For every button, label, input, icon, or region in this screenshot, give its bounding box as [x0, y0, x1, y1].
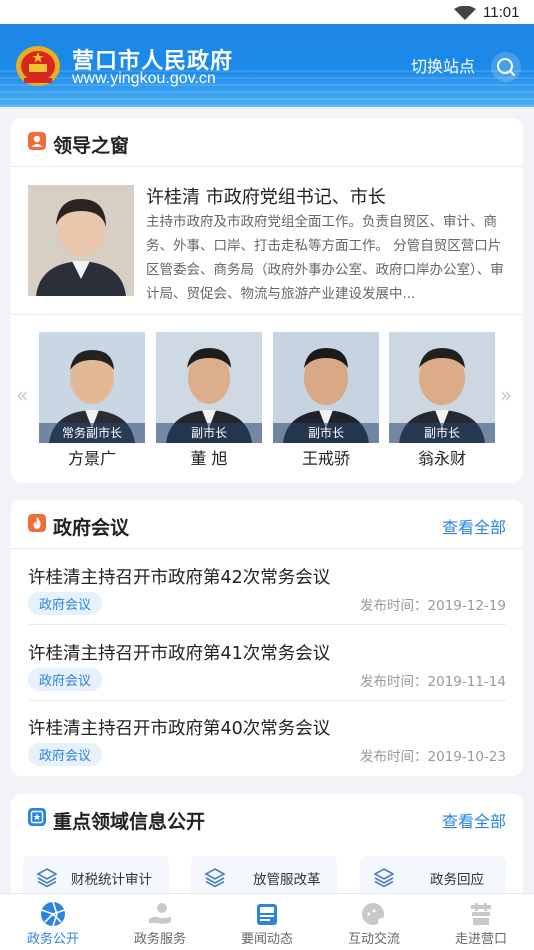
- tab-label: 要闻动态: [240, 932, 293, 947]
- chat-icon: [362, 903, 386, 926]
- main-leader-photo[interactable]: [28, 185, 134, 296]
- main-leader-description: 主持市政府及市政府党组全面工作。负责自贸区、审计、商务、外事、口岸、打击走私等方…: [146, 214, 504, 302]
- tab-government-services[interactable]: 政务服务: [107, 894, 213, 950]
- meeting-tag: 政府会议: [28, 743, 103, 766]
- tab-explore-yingkou[interactable]: 走进营口: [428, 894, 534, 950]
- key-areas-section-title: 重点领域信息公开: [53, 811, 206, 833]
- flame-icon: [28, 514, 46, 532]
- tab-news[interactable]: 要闻动态: [214, 894, 320, 950]
- aperture-icon: [41, 901, 65, 927]
- meeting-tag: 政府会议: [28, 668, 103, 691]
- bottom-tab-bar: 政务公开 政务服务 要闻动态 互动交流 走进营口: [0, 893, 534, 950]
- deputy-name: 方景广: [67, 449, 116, 468]
- newspaper-icon: [257, 904, 277, 925]
- next-arrow-icon[interactable]: »: [500, 383, 512, 407]
- deputy-card[interactable]: 副市长 董 旭: [156, 332, 262, 469]
- meeting-list-item[interactable]: 许桂清主持召开市政府第41次常务会议 政府会议 发布时间：2019-11-14: [28, 640, 506, 696]
- key-area-label: 财税统计审计: [71, 872, 152, 888]
- deputy-photo: 副市长: [273, 332, 379, 443]
- meetings-card: 政府会议 查看全部 许桂清主持召开市政府第42次常务会议 政府会议 发布时间：2…: [11, 500, 523, 776]
- leader-portrait: [28, 185, 134, 296]
- hand-service-icon: [149, 903, 171, 924]
- divider: [11, 166, 523, 167]
- leaders-section-title: 领导之窗: [53, 135, 130, 157]
- meetings-view-all-link[interactable]: 查看全部: [442, 514, 506, 538]
- building-icon: [471, 903, 491, 925]
- deputy-card[interactable]: 常务副市长 方景广: [39, 332, 145, 469]
- deputy-photo: 副市长: [389, 332, 495, 443]
- deputy-photo: 副市长: [156, 332, 262, 443]
- meeting-date: 发布时间：2019-11-14: [360, 674, 506, 690]
- main-leader-name[interactable]: 许桂清 市政府党组书记、市长: [146, 183, 386, 209]
- deputy-role-badge: 副市长: [389, 423, 495, 443]
- status-bar: 11:01: [0, 0, 534, 24]
- national-emblem-icon: [16, 46, 60, 86]
- layers-icon: [204, 868, 226, 888]
- key-area-item[interactable]: 财税统计审计: [23, 856, 169, 898]
- divider: [28, 624, 506, 625]
- key-area-label: 政务回应: [430, 872, 484, 888]
- deputy-role-badge: 副市长: [156, 423, 262, 443]
- tab-label: 互动交流: [347, 932, 400, 947]
- deputy-photo: 常务副市长: [39, 332, 145, 443]
- tab-government-affairs[interactable]: 政务公开: [0, 894, 106, 950]
- deputy-name: 翁永财: [417, 449, 466, 468]
- deputy-name: 董 旭: [190, 449, 228, 468]
- prev-arrow-icon[interactable]: «: [16, 383, 28, 407]
- status-time: 11:01: [483, 4, 520, 21]
- key-area-item[interactable]: 放管服改革: [191, 856, 337, 898]
- meeting-list-item[interactable]: 许桂清主持召开市政府第40次常务会议 政府会议 发布时间：2019-10-23: [28, 715, 506, 771]
- tab-interaction[interactable]: 互动交流: [321, 894, 427, 950]
- meeting-title: 许桂清主持召开市政府第42次常务会议: [28, 568, 331, 588]
- person-icon: [28, 132, 46, 150]
- deputy-role-badge: 副市长: [273, 423, 379, 443]
- deputy-name: 王戒骄: [301, 449, 350, 468]
- wifi-icon: [454, 6, 476, 20]
- tab-label: 政务服务: [133, 932, 186, 947]
- search-button[interactable]: [491, 52, 521, 82]
- meeting-tag: 政府会议: [28, 592, 103, 615]
- meeting-list-item[interactable]: 许桂清主持召开市政府第42次常务会议 政府会议 发布时间：2019-12-19: [28, 564, 506, 620]
- site-url: www.yingkou.gov.cn: [72, 70, 216, 87]
- search-icon: [497, 58, 515, 76]
- meeting-date: 发布时间：2019-10-23: [360, 749, 506, 765]
- star-badge-icon: [28, 808, 46, 826]
- layers-icon: [373, 868, 395, 888]
- meeting-date: 发布时间：2019-12-19: [360, 598, 506, 614]
- key-areas-view-all-link[interactable]: 查看全部: [442, 808, 506, 832]
- switch-site-button[interactable]: 切换站点: [411, 53, 475, 77]
- meeting-title: 许桂清主持召开市政府第40次常务会议: [28, 719, 331, 739]
- key-area-label: 放管服改革: [253, 872, 321, 888]
- meeting-title: 许桂清主持召开市政府第41次常务会议: [28, 644, 331, 664]
- deputy-card[interactable]: 副市长 王戒骄: [273, 332, 379, 469]
- app-header: 营口市人民政府 www.yingkou.gov.cn 切换站点: [0, 24, 534, 107]
- deputy-card[interactable]: 副市长 翁永财: [389, 332, 495, 469]
- divider: [28, 700, 506, 701]
- leaders-card: 领导之窗 许桂清 市政府党组书记、市长 主持市政府及市政府党组全面工作。负责自贸…: [11, 118, 523, 483]
- key-areas-card: 重点领域信息公开 查看全部 财税统计审计 放管服改革 政务回应: [11, 794, 523, 904]
- meetings-section-title: 政府会议: [53, 517, 130, 539]
- layers-icon: [36, 868, 58, 888]
- tab-label: 政务公开: [26, 932, 79, 947]
- divider: [11, 314, 523, 315]
- tab-label: 走进营口: [454, 932, 507, 947]
- deputy-role-badge: 常务副市长: [39, 423, 145, 443]
- key-area-item[interactable]: 政务回应: [360, 856, 506, 898]
- divider: [11, 548, 523, 549]
